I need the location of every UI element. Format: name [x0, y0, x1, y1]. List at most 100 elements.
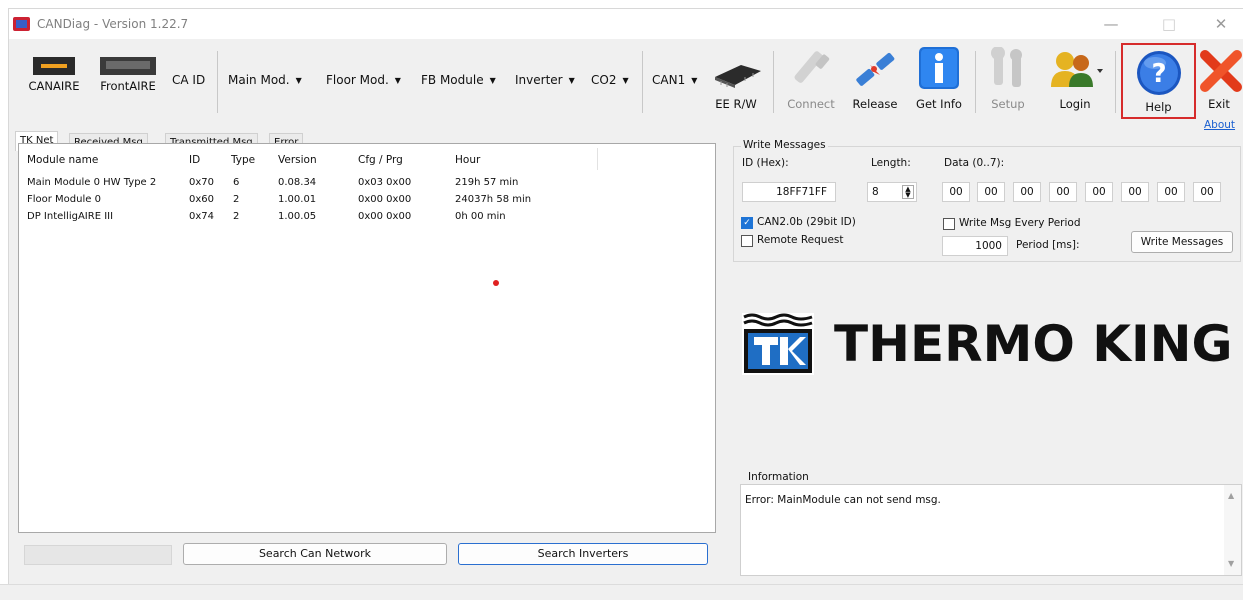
- tools-icon: [991, 47, 1022, 87]
- dropdown-arrow-icon: ▼: [568, 76, 575, 85]
- length-stepper[interactable]: 8 ▲ ▼: [867, 182, 917, 202]
- data-byte-3-input[interactable]: 00: [1049, 182, 1077, 202]
- ee-rw-button[interactable]: EE R/W: [705, 53, 767, 115]
- period-input[interactable]: 1000: [942, 236, 1008, 256]
- data-byte-6-input[interactable]: 00: [1157, 182, 1185, 202]
- length-label: Length:: [871, 157, 911, 169]
- length-value: 8: [872, 186, 879, 198]
- toolbar-separator: [217, 51, 218, 113]
- module-list[interactable]: Module name ID Type Version Cfg / Prg Ho…: [18, 143, 716, 533]
- dropdown-arrow-icon: ▼: [622, 76, 629, 85]
- main-mod-menu[interactable]: Main Mod. ▼: [228, 73, 302, 87]
- minimize-button[interactable]: —: [1099, 14, 1123, 34]
- canaire-button[interactable]: CANAIRE: [21, 49, 87, 93]
- data-byte-2-input[interactable]: 00: [1013, 182, 1041, 202]
- app-icon: [13, 17, 30, 31]
- column-header-type[interactable]: Type: [231, 154, 255, 166]
- search-inverters-button[interactable]: Search Inverters: [458, 543, 708, 565]
- plug-connected-icon: [794, 51, 830, 83]
- ee-rw-label: EE R/W: [715, 97, 757, 111]
- title-bar: CANDiag - Version 1.22.7 — □ ✕: [9, 9, 1243, 39]
- data-byte-0-input[interactable]: 00: [942, 182, 970, 202]
- frontaire-label: FrontAIRE: [100, 79, 156, 93]
- thermo-king-wordmark: THERMO KING: [834, 315, 1233, 373]
- write-every-period-checkbox[interactable]: [943, 218, 955, 230]
- about-link[interactable]: About: [1204, 119, 1235, 131]
- toolbar-separator: [642, 51, 643, 113]
- info-icon: [919, 47, 959, 89]
- remote-request-checkbox[interactable]: [741, 235, 753, 247]
- floor-mod-menu[interactable]: Floor Mod. ▼: [326, 73, 401, 87]
- spinner-arrows-icon[interactable]: ▲ ▼: [902, 185, 914, 199]
- thermo-king-logo-icon: [742, 313, 814, 375]
- canaire-label: CANAIRE: [28, 79, 80, 93]
- write-messages-title: Write Messages: [741, 139, 828, 151]
- scroll-down-icon[interactable]: ▼: [1228, 559, 1234, 568]
- users-icon: [1051, 52, 1103, 87]
- close-button[interactable]: ✕: [1209, 14, 1233, 34]
- id-hex-input[interactable]: 18FF71FF: [742, 182, 836, 202]
- column-header-module-name[interactable]: Module name: [27, 154, 98, 166]
- information-textbox[interactable]: Error: MainModule can not send msg. ▲ ▼: [740, 484, 1242, 576]
- maximize-button[interactable]: □: [1157, 14, 1181, 34]
- plug-disconnect-icon: [856, 52, 895, 86]
- dropdown-arrow-icon: ▼: [295, 76, 302, 85]
- login-label: Login: [1059, 97, 1091, 111]
- dropdown-arrow-icon: ▼: [691, 76, 698, 85]
- toolbar-separator: [975, 51, 976, 113]
- data-label: Data (0..7):: [944, 157, 1005, 169]
- release-label: Release: [852, 97, 898, 111]
- exit-button[interactable]: Exit: [1197, 45, 1242, 115]
- setup-button[interactable]: Setup: [979, 45, 1037, 115]
- exit-x-icon: [1200, 50, 1242, 92]
- write-every-period-label: Write Msg Every Period: [959, 217, 1081, 229]
- dropdown-arrow-icon: ▼: [394, 76, 401, 85]
- frontaire-button[interactable]: FrontAIRE: [95, 49, 161, 93]
- scroll-up-icon[interactable]: ▲: [1228, 491, 1234, 500]
- release-button[interactable]: Release: [845, 45, 905, 115]
- column-divider: [597, 148, 598, 170]
- data-byte-4-input[interactable]: 00: [1085, 182, 1113, 202]
- fb-module-menu[interactable]: FB Module ▼: [421, 73, 496, 87]
- column-header-id[interactable]: ID: [189, 154, 200, 166]
- help-label: Help: [1145, 100, 1172, 114]
- exit-label: Exit: [1208, 97, 1230, 111]
- help-button[interactable]: ? Help: [1121, 43, 1196, 119]
- data-byte-1-input[interactable]: 00: [977, 182, 1005, 202]
- information-title: Information: [746, 471, 811, 483]
- can20b-checkbox[interactable]: ✓: [741, 217, 753, 229]
- connect-label: Connect: [787, 97, 835, 111]
- chip-icon: [715, 65, 761, 88]
- column-header-version[interactable]: Version: [278, 154, 317, 166]
- help-question-icon: ?: [1137, 51, 1181, 95]
- column-header-hour[interactable]: Hour: [455, 154, 480, 166]
- login-button[interactable]: Login: [1039, 45, 1111, 115]
- write-messages-button[interactable]: Write Messages: [1131, 231, 1233, 253]
- data-byte-5-input[interactable]: 00: [1121, 182, 1149, 202]
- co2-menu[interactable]: CO2 ▼: [591, 73, 629, 87]
- status-bar: [0, 584, 1243, 600]
- connect-button[interactable]: Connect: [781, 45, 841, 115]
- period-label: Period [ms]:: [1016, 239, 1080, 251]
- inverter-menu[interactable]: Inverter ▼: [515, 73, 575, 87]
- svg-text:?: ?: [1151, 59, 1166, 89]
- remote-request-label: Remote Request: [757, 234, 844, 246]
- cursor-marker-dot: [493, 280, 499, 286]
- dropdown-arrow-icon: ▼: [489, 76, 496, 85]
- ca-id-label[interactable]: CA ID: [172, 73, 205, 87]
- search-can-network-button[interactable]: Search Can Network: [183, 543, 447, 565]
- window-title: CANDiag - Version 1.22.7: [37, 17, 189, 31]
- column-header-cfg-prg[interactable]: Cfg / Prg: [358, 154, 403, 166]
- can20b-label: CAN2.0b (29bit ID): [757, 216, 856, 228]
- can1-menu[interactable]: CAN1 ▼: [652, 73, 697, 87]
- information-message: Error: MainModule can not send msg.: [745, 494, 941, 506]
- toolbar: CANAIRE FrontAIRE CA ID Main Mod. ▼ Floor…: [9, 39, 1243, 125]
- get-info-label: Get Info: [916, 97, 962, 111]
- canaire-device-icon: [33, 57, 75, 75]
- frontaire-device-icon: [100, 57, 156, 75]
- id-hex-label: ID (Hex):: [742, 157, 789, 169]
- information-scrollbar[interactable]: ▲ ▼: [1224, 485, 1241, 575]
- toolbar-separator: [773, 51, 774, 113]
- data-byte-7-input[interactable]: 00: [1193, 182, 1221, 202]
- get-info-button[interactable]: Get Info: [909, 45, 969, 115]
